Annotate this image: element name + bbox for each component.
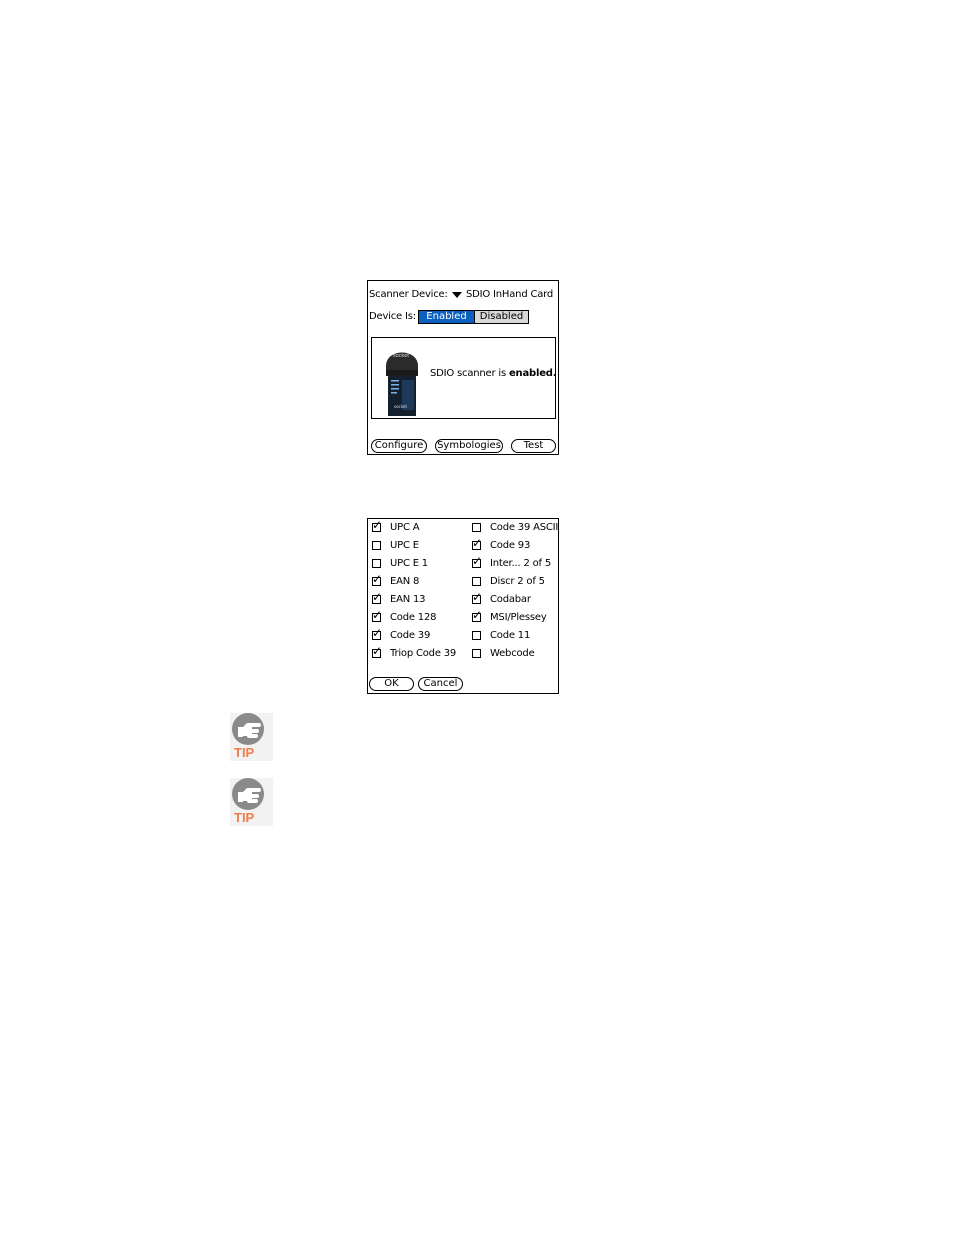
symbology-label: Code 39 — [390, 630, 431, 641]
test-button[interactable]: Test — [511, 439, 556, 453]
pointing-hand-icon — [232, 713, 264, 745]
tip-label: TIP — [234, 745, 255, 760]
symbology-label: Triop Code 39 — [390, 648, 457, 659]
scanner-settings-screen: Scanner Device: SDIO InHand Card Device … — [367, 280, 559, 455]
status-value: enabled. — [508, 368, 557, 379]
symbology-label: Discr 2 of 5 — [490, 576, 545, 587]
checkmark-icon: ✓ — [372, 644, 383, 658]
checkmark-icon: ✓ — [372, 590, 383, 604]
symbology-label: Code 128 — [390, 612, 437, 623]
symbology-label: UPC E 1 — [390, 558, 428, 569]
status-message: SDIO scanner is enabled. — [430, 368, 557, 380]
checkmark-icon: ✓ — [472, 590, 483, 604]
symbology-label: MSI/Plessey — [490, 612, 547, 623]
pointing-hand-icon — [232, 778, 264, 810]
checkmark-icon: ✓ — [472, 554, 483, 568]
checked-checkbox-icon[interactable]: ✓ — [372, 627, 382, 640]
checked-checkbox-icon[interactable]: ✓ — [472, 537, 482, 550]
unchecked-checkbox-icon[interactable] — [472, 577, 481, 586]
cancel-button[interactable]: Cancel — [418, 677, 463, 691]
checkmark-icon: ✓ — [372, 518, 383, 532]
status-panel: socket socket SDIO scanner is enabled. — [371, 337, 557, 419]
tip-badge: TIP — [230, 778, 273, 826]
checked-checkbox-icon[interactable]: ✓ — [372, 519, 382, 532]
configure-button[interactable]: Configure — [371, 439, 427, 453]
scanner-device-value: SDIO InHand Card — [466, 289, 554, 300]
tip-label: TIP — [234, 810, 255, 825]
symbology-label: Webcode — [490, 648, 535, 659]
unchecked-checkbox-icon[interactable] — [472, 523, 481, 532]
brand-text: socket — [393, 353, 409, 359]
symbology-label: UPC A — [390, 522, 420, 533]
symbology-label: Inter... 2 of 5 — [490, 558, 551, 569]
scanner-card-image: socket socket — [386, 352, 418, 416]
checked-checkbox-icon[interactable]: ✓ — [472, 609, 482, 622]
checkmark-icon: ✓ — [372, 572, 383, 586]
symbology-label: Code 11 — [490, 630, 531, 641]
unchecked-checkbox-icon[interactable] — [372, 559, 381, 568]
symbology-label: Code 93 — [490, 540, 531, 551]
checkmark-icon: ✓ — [472, 608, 483, 622]
unchecked-checkbox-icon[interactable] — [472, 649, 481, 658]
checked-checkbox-icon[interactable]: ✓ — [372, 645, 382, 658]
unchecked-checkbox-icon[interactable] — [472, 631, 481, 640]
checkmark-icon: ✓ — [372, 626, 383, 640]
status-prefix: SDIO scanner is — [430, 368, 509, 379]
unchecked-checkbox-icon[interactable] — [372, 541, 381, 550]
checked-checkbox-icon[interactable]: ✓ — [372, 609, 382, 622]
symbology-label: EAN 13 — [390, 594, 426, 605]
symbology-label: Codabar — [490, 594, 531, 605]
symbologies-button[interactable]: Symbologies — [435, 439, 503, 453]
scanner-device-label: Scanner Device: — [369, 289, 448, 300]
symbologies-screen: ✓ UPC A UPC E UPC E 1 ✓ EAN 8 ✓ EAN 13 ✓ Code 128… — [367, 518, 559, 694]
enabled-toggle[interactable]: Enabled — [418, 310, 475, 324]
tip-badge: TIP — [230, 713, 273, 761]
checkmark-icon: ✓ — [372, 608, 383, 622]
symbology-label: UPC E — [390, 540, 419, 551]
checked-checkbox-icon[interactable]: ✓ — [372, 573, 382, 586]
scanner-device-dropdown[interactable]: SDIO InHand Card — [452, 287, 556, 303]
checked-checkbox-icon[interactable]: ✓ — [372, 591, 382, 604]
ok-button[interactable]: OK — [369, 677, 414, 691]
brand-text-lower: socket — [394, 404, 407, 409]
checkmark-icon: ✓ — [472, 536, 483, 550]
dropdown-arrow-icon — [452, 292, 462, 298]
symbology-label: Code 39 ASCII — [490, 522, 559, 533]
symbology-label: EAN 8 — [390, 576, 420, 587]
checked-checkbox-icon[interactable]: ✓ — [472, 591, 482, 604]
checked-checkbox-icon[interactable]: ✓ — [472, 555, 482, 568]
device-is-label: Device Is: — [369, 311, 416, 322]
disabled-toggle[interactable]: Disabled — [474, 310, 529, 324]
